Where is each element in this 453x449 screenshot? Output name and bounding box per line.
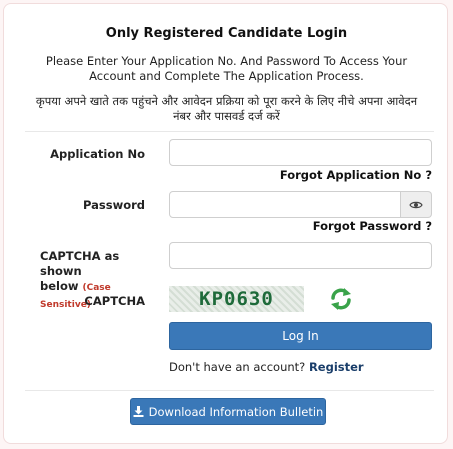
application-no-label: Application No [50, 147, 145, 161]
login-card: Only Registered Candidate Login Please E… [3, 3, 448, 444]
download-bulletin-button[interactable]: Download Information Bulletin [130, 398, 326, 425]
divider-bottom [25, 390, 434, 391]
download-icon [133, 406, 144, 417]
info-text-english: Please Enter Your Application No. And Pa… [45, 54, 408, 83]
eye-icon [409, 201, 423, 208]
divider-top [25, 131, 434, 132]
info-text-hindi: कृपया अपने खाते तक पहुंचने और आवेदन प्रक… [24, 94, 429, 124]
no-account-text: Don't have an account? [169, 360, 306, 374]
refresh-captcha-button[interactable] [327, 285, 355, 313]
login-button[interactable]: Log In [169, 322, 432, 350]
info-hindi-line-2: नंबर और पासवर्ड दर्ज करें [173, 109, 280, 123]
register-prompt: Don't have an account? Register [169, 360, 364, 374]
application-no-input[interactable] [169, 139, 432, 166]
captcha-label-below: below [40, 279, 79, 293]
captcha-label-line-1: CAPTCHA as shown [40, 249, 120, 278]
password-label: Password [83, 198, 145, 212]
password-input[interactable] [169, 191, 401, 218]
forgot-application-link[interactable]: Forgot Application No ? [169, 168, 432, 182]
download-bulletin-label: Download Information Bulletin [148, 404, 324, 419]
forgot-password-link[interactable]: Forgot Password ? [169, 219, 432, 233]
page-title: Only Registered Candidate Login [105, 26, 348, 41]
show-password-button[interactable] [401, 191, 432, 218]
info-hindi-line-1: कृपया अपने खाते तक पहुंचने और आवेदन प्रक… [35, 94, 418, 108]
captcha-image: KP0630 [169, 286, 304, 312]
register-link[interactable]: Register [309, 360, 364, 374]
captcha-input[interactable] [169, 242, 432, 269]
refresh-icon [331, 288, 351, 310]
captcha-label: CAPTCHA [84, 294, 145, 308]
